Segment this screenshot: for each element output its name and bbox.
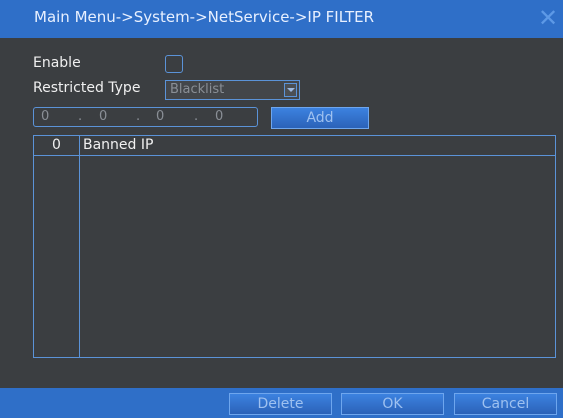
ip-octet-1[interactable]: 0 [41, 109, 49, 124]
delete-button[interactable]: Delete [229, 393, 332, 415]
table-header: 0 Banned IP [34, 136, 555, 156]
close-icon[interactable]: ✕ [536, 6, 560, 30]
add-button[interactable]: Add [271, 107, 369, 129]
column-divider [79, 136, 80, 357]
title-bar: Main Menu->System->NetService->IP FILTER… [0, 0, 563, 38]
banned-ip-table: 0 Banned IP [33, 135, 556, 358]
ip-octet-3[interactable]: 0 [156, 109, 164, 124]
ip-address-input[interactable]: 0 . 0 . 0 . 0 [33, 107, 258, 127]
restricted-type-value: Blacklist [170, 82, 225, 97]
column-header-index: 0 [52, 137, 61, 153]
ip-separator: . [136, 109, 141, 124]
cancel-button[interactable]: Cancel [454, 393, 557, 415]
ip-separator: . [194, 109, 199, 124]
ip-octet-4[interactable]: 0 [215, 109, 223, 124]
restricted-type-label: Restricted Type [33, 80, 141, 96]
ok-button[interactable]: OK [341, 393, 444, 415]
enable-checkbox[interactable] [165, 55, 183, 73]
footer-bar: Delete OK Cancel [0, 388, 563, 418]
window-title: Main Menu->System->NetService->IP FILTER [34, 8, 375, 26]
column-header-banned-ip: Banned IP [83, 137, 154, 153]
enable-label: Enable [33, 55, 81, 71]
restricted-type-select[interactable]: Blacklist [165, 80, 300, 100]
chevron-down-icon[interactable] [284, 83, 297, 97]
ip-separator: . [78, 109, 83, 124]
ip-filter-window: Main Menu->System->NetService->IP FILTER… [0, 0, 563, 418]
ip-octet-2[interactable]: 0 [99, 109, 107, 124]
